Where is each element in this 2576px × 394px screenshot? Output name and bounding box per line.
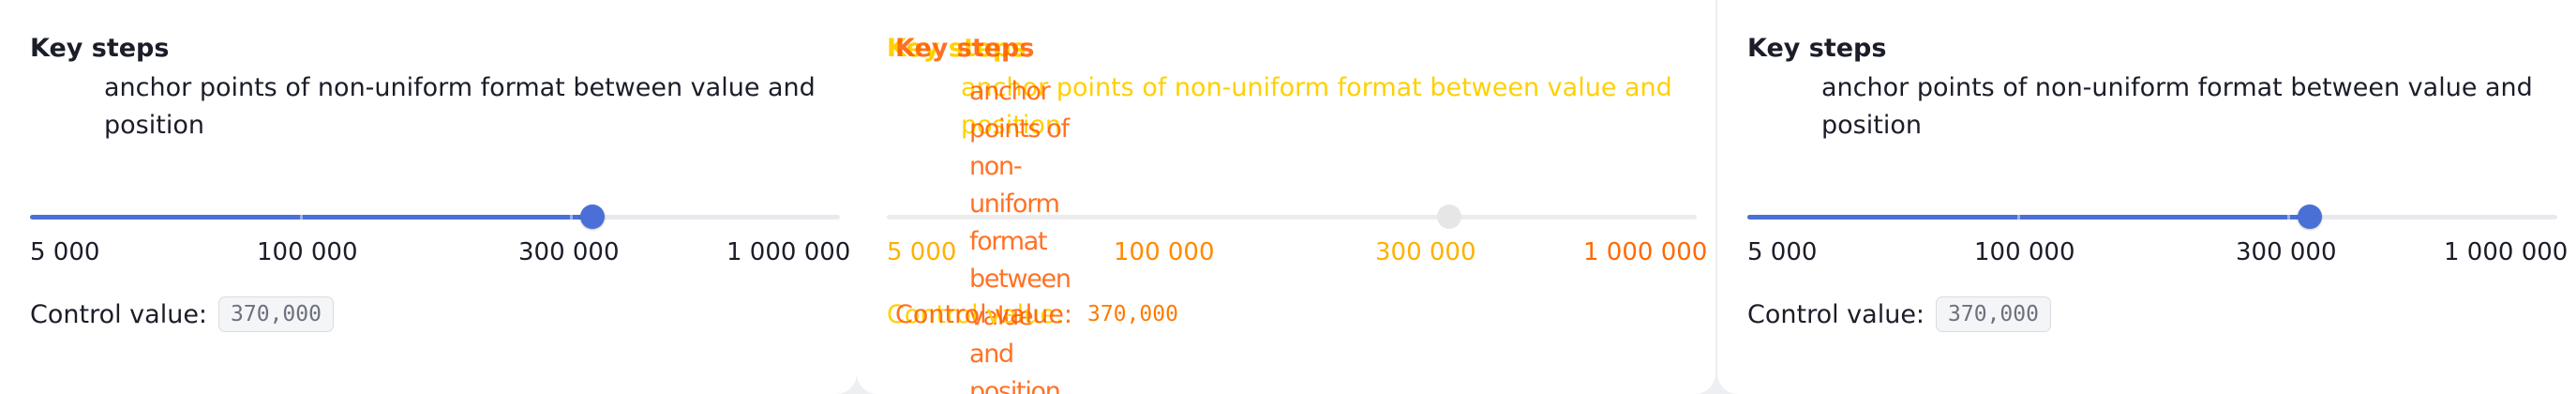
control-value-label-ghost: Control value: Control value:	[887, 300, 1072, 329]
demo-panel-1: Key steps anchor points of non-uniform f…	[0, 0, 857, 394]
mark-label-100000: 100 000	[1974, 238, 2075, 266]
mark-label-300000: 300 000	[518, 238, 620, 266]
mark-label-100000: 100 000	[1114, 238, 1215, 266]
panel-title: Key steps	[1747, 34, 1887, 63]
panel-description: anchor points of non-uniform format betw…	[104, 73, 816, 140]
slider-tick	[300, 215, 303, 220]
slider-track[interactable]	[30, 205, 840, 229]
control-value-row: Control value: 370,000	[1747, 296, 2051, 332]
slider-demo-row: Key steps anchor points of non-uniform f…	[0, 0, 2576, 394]
slider-track[interactable]	[887, 205, 1697, 229]
panel-title: Key steps	[30, 34, 170, 63]
panel-title-echo: Key steps	[895, 34, 1035, 63]
slider-thumb[interactable]	[2298, 205, 2323, 229]
control-value-chip: 370,000	[1936, 296, 2051, 332]
control-value-label: Control value:	[30, 299, 208, 329]
slider-tick	[2287, 215, 2290, 220]
mark-label-5000: 5 000	[1747, 238, 1818, 266]
panel-description: anchor points of non-uniform format betw…	[961, 69, 1683, 394]
demo-panel-3: Key steps anchor points of non-uniform f…	[1717, 0, 2576, 394]
demo-panel-2: Key steps Key steps anchor points of non-…	[857, 0, 1715, 394]
slider-thumb[interactable]	[1437, 205, 1462, 229]
mark-label-1000000: 1 000 000	[1583, 238, 1708, 266]
panel-description-ghost: anchor points of non-uniform format betw…	[961, 73, 1672, 394]
mark-label-1000000: 1 000 000	[2444, 238, 2569, 266]
slider-fill	[1747, 215, 2311, 220]
panel-title: Key steps Key steps	[887, 34, 1034, 63]
control-value-label-echo: Control value:	[895, 299, 1073, 329]
control-value-row: Control value: Control value: 370,000	[887, 296, 1191, 332]
mark-label-100000: 100 000	[257, 238, 358, 266]
control-value-label: Control value:	[1747, 299, 1925, 329]
panel-description: anchor points of non-uniform format betw…	[1821, 73, 2533, 140]
slider-thumb[interactable]	[580, 205, 606, 229]
slider-track[interactable]	[1747, 205, 2557, 229]
panel-description-echo: anchor points of non-uniform format betw…	[969, 77, 1071, 394]
slider-fill	[30, 215, 593, 220]
mark-label-5000: 5 000	[30, 238, 100, 266]
control-value-chip: 370,000	[218, 296, 334, 332]
mark-label-300000: 300 000	[1375, 238, 1476, 266]
mark-label-300000: 300 000	[2236, 238, 2337, 266]
control-value-chip: 370,000	[1087, 302, 1178, 326]
control-value-row: Control value: 370,000	[30, 296, 334, 332]
mark-label-1000000: 1 000 000	[726, 238, 851, 266]
mark-label-5000: 5 000	[887, 238, 957, 266]
panel-title-ghost: Key steps Key steps	[887, 34, 1034, 63]
slider-tick	[2017, 215, 2020, 220]
slider-tick	[570, 215, 573, 220]
